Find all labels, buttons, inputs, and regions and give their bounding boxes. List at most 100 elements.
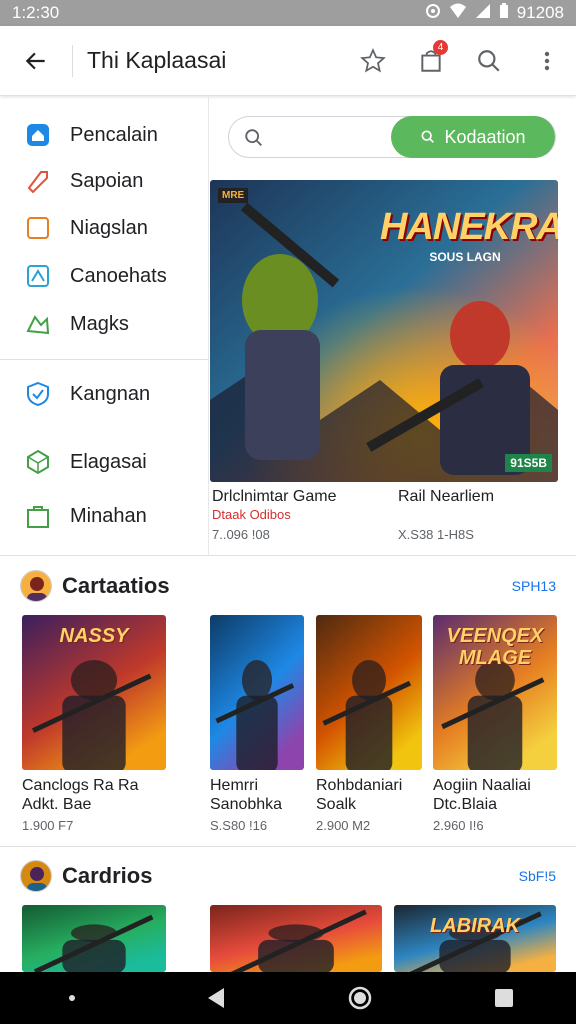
status-icons: 91208 (425, 2, 564, 24)
nav-recents-button[interactable] (474, 972, 534, 1024)
triangle-back-icon (208, 988, 224, 1008)
section-header-1: Cartaatios SPH13 (0, 566, 576, 606)
hero-left-title: Drlclnimtar Game (212, 488, 337, 505)
page-title: Thi Kaplaasai (87, 47, 227, 73)
tag-icon (24, 167, 52, 195)
card-artwork (210, 905, 382, 972)
square-recents-icon (495, 989, 513, 1007)
sidebar-item-4[interactable]: Canoehats (0, 254, 209, 298)
card-meta: S.S80 !16 (210, 818, 268, 833)
more-vert-icon (544, 51, 550, 70)
system-nav-bar (0, 972, 576, 1024)
signal-icon (475, 3, 491, 24)
card-art-title: VEENQEX MLAGE (446, 625, 544, 669)
game-card[interactable] (210, 905, 382, 972)
card-title1: Rohbdaniari (316, 777, 403, 794)
nav-back-button[interactable] (186, 972, 246, 1024)
battery-icon (499, 2, 509, 24)
section-divider (0, 846, 576, 847)
sidebar-item-label: Canoehats (70, 264, 167, 287)
search-submit-button[interactable]: Kodaation (391, 116, 555, 158)
game-card[interactable]: VEENQEX MLAGE (433, 615, 557, 770)
card-title2: Adkt. Bae (22, 796, 92, 813)
shield-icon (24, 380, 52, 408)
star-icon (360, 47, 386, 73)
sidebar-item-5[interactable]: Magks (0, 302, 209, 346)
sidebar-item-3[interactable]: Niagslan (0, 206, 209, 250)
sidebar-divider (0, 359, 209, 360)
game-card[interactable]: NASSY (22, 615, 166, 770)
game-card[interactable] (210, 615, 304, 770)
hero-right-title: Rail Nearliem (398, 488, 495, 505)
hero-right-meta: X.S38 1-H8S (398, 527, 474, 542)
wifi-icon (449, 3, 467, 24)
search-icon (243, 127, 265, 154)
card-title1: Aogiin Naaliai (433, 777, 531, 794)
sidebar: Pencalain Sapoian Niagslan Canoehats Mag… (0, 97, 209, 555)
search-icon (421, 130, 435, 143)
shapes-icon (24, 310, 52, 338)
circle-home-icon (348, 986, 372, 1010)
search-icon (478, 49, 500, 72)
card-artwork (316, 615, 422, 770)
search-button[interactable] (460, 26, 518, 96)
sidebar-item-label: Niagslan (70, 216, 148, 239)
home-icon (24, 121, 52, 149)
sidebar-item-7[interactable]: Elagasai (0, 440, 209, 484)
arrow-left-icon (25, 52, 45, 69)
sidebar-item-8[interactable]: Minahan (0, 494, 209, 538)
cart-button[interactable]: 4 (402, 26, 460, 96)
hero-corner-tag: 91S5B (505, 454, 552, 472)
section-divider (0, 555, 576, 556)
card-meta: 2.960 I!6 (433, 818, 484, 833)
sidebar-item-label: Sapoian (70, 169, 144, 192)
sidebar-item-label: Elagasai (70, 450, 147, 473)
app-bar: Thi Kaplaasai 4 (0, 26, 576, 96)
game-card[interactable] (316, 615, 422, 770)
see-more-link[interactable]: SbF!5 (519, 868, 556, 884)
card-title2: Dtc.Blaia (433, 796, 498, 813)
search-button-label: Kodaation (444, 126, 526, 147)
sidebar-item-2[interactable]: Sapoian (0, 159, 209, 203)
divider (72, 44, 73, 77)
hero-title: HANEKRAN (380, 206, 558, 248)
hero-subtitle: SOUS LAGN (429, 250, 501, 264)
square-icon (24, 214, 52, 242)
sidebar-item-label: Pencalain (70, 123, 158, 146)
card-title2: Sanobhka (210, 796, 283, 813)
card-art-title: LABIRAK (430, 915, 520, 937)
more-button[interactable] (518, 26, 576, 96)
hero-banner-small: MRE (222, 190, 245, 201)
sync-icon (425, 3, 441, 24)
back-button[interactable] (0, 26, 72, 96)
card-meta: 1.900 F7 (22, 818, 74, 833)
hero-left-meta: 7..096 !08 (212, 527, 270, 542)
nav-dot-button[interactable] (42, 972, 102, 1024)
hero-left-subtitle: Dtaak Odibos (212, 507, 291, 522)
favorite-button[interactable] (344, 26, 402, 96)
sidebar-item-label: Magks (70, 312, 129, 335)
game-card[interactable]: LABIRAK (394, 905, 556, 972)
hero-logo-badge: MRE (218, 188, 249, 203)
sidebar-item-1[interactable]: Pencalain (0, 113, 209, 157)
game-card[interactable] (22, 905, 166, 972)
status-bar: 1:2:30 91208 (0, 0, 576, 26)
map-icon (24, 262, 52, 290)
status-right-text: 91208 (516, 3, 564, 22)
card-artwork (210, 615, 304, 770)
card-meta: 2.900 M2 (316, 818, 371, 833)
card-title1: Canclogs Ra Ra (22, 777, 139, 794)
search-bar: Kodaation (228, 116, 556, 158)
status-time: 1:2:30 (12, 3, 60, 22)
section-header-2: Cardrios SbF!5 (0, 856, 576, 896)
avatar (20, 570, 52, 602)
cart-badge: 4 (433, 39, 448, 55)
card-title1: Hemrri (210, 777, 258, 794)
sidebar-item-6[interactable]: Kangnan (0, 372, 209, 416)
sidebar-item-label: Minahan (70, 504, 147, 527)
see-more-link[interactable]: SPH13 (512, 578, 556, 594)
hero-banner[interactable]: MRE HANEKRAN SOUS LAGN 91S5B (210, 180, 558, 482)
card-title2: Soalk (316, 796, 357, 813)
nav-home-button[interactable] (330, 972, 390, 1024)
card-art-title: NASSY (59, 625, 129, 647)
